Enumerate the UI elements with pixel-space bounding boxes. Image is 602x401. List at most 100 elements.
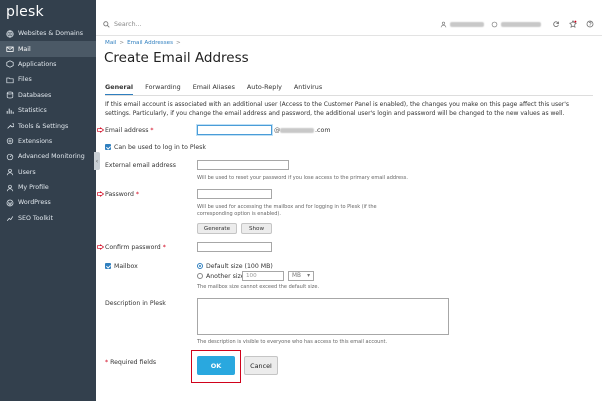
password-input[interactable] (197, 189, 272, 199)
globe-icon (5, 29, 14, 38)
tools-icon (5, 122, 14, 131)
tabs-divider (105, 95, 593, 96)
sidebar-item-label: SEO Toolkit (18, 214, 54, 222)
required-star: * (135, 191, 139, 198)
mailbox-checkbox[interactable] (105, 263, 111, 269)
password-label-text: Password (105, 191, 134, 198)
ok-button[interactable]: OK (197, 356, 235, 375)
breadcrumb-email-addresses[interactable]: Email Addresses (127, 40, 173, 46)
external-email-input[interactable] (197, 160, 289, 170)
email-domain-suffix: .com (315, 127, 331, 134)
ok-button-highlight: OK (191, 350, 241, 383)
sidebar-item-applications[interactable]: Applications (0, 57, 96, 72)
mailbox-checkbox-row[interactable]: Mailbox (105, 263, 138, 270)
size-unit-select[interactable]: MB ▾ (288, 271, 314, 281)
stats-icon (5, 106, 14, 115)
help-icon[interactable] (586, 20, 594, 28)
external-email-label: External email address (105, 162, 176, 169)
annotation-arrow-icon (97, 127, 104, 133)
description-hint: The description is visible to everyone w… (197, 339, 388, 345)
another-size-option[interactable]: Another size (197, 273, 245, 280)
email-address-label: Email address * (105, 127, 154, 134)
sidebar-item-advanced-monitoring[interactable]: Advanced Monitoring (0, 149, 96, 164)
another-size-input[interactable]: 100 (242, 271, 284, 281)
password-label: Password * (105, 191, 139, 198)
intro-text: If this email account is associated with… (105, 101, 570, 117)
subscription-menu[interactable] (491, 21, 541, 28)
login-checkbox[interactable] (105, 144, 111, 150)
subscription-name-redacted (501, 22, 541, 27)
required-fields-note: * Required fields (105, 359, 156, 366)
sidebar-item-users[interactable]: Users (0, 165, 96, 180)
monitoring-icon (5, 152, 14, 161)
breadcrumb-separator: > (176, 40, 181, 46)
confirm-password-label: Confirm password * (105, 244, 166, 251)
description-textarea[interactable] (197, 298, 449, 335)
sidebar-item-label: Websites & Domains (18, 30, 84, 38)
chevron-down-icon: ▾ (307, 273, 310, 279)
seo-icon (5, 214, 14, 223)
email-domain-redacted (280, 128, 314, 133)
sidebar-item-my-profile[interactable]: My Profile (0, 180, 96, 195)
sidebar-item-tools-settings[interactable]: Tools & Settings (0, 118, 96, 133)
required-fields-text: Required fields (110, 359, 157, 366)
sidebar-item-wordpress[interactable]: WordPress (0, 195, 96, 210)
email-local-part-input[interactable] (197, 125, 272, 135)
confirm-password-label-text: Confirm password (105, 244, 161, 251)
mailbox-hint: The mailbox size cannot exceed the defau… (197, 284, 320, 290)
cancel-button[interactable]: Cancel (244, 356, 278, 375)
extensions-top-icon[interactable] (569, 20, 577, 28)
plesk-logo[interactable]: plesk (6, 4, 44, 20)
sidebar-item-websites-domains[interactable]: Websites & Domains (0, 26, 96, 41)
users-icon (5, 168, 14, 177)
search-icon (103, 21, 110, 28)
sidebar-item-label: Tools & Settings (18, 122, 69, 130)
top-bar: Search... (96, 15, 602, 36)
sidebar-item-label: Files (18, 76, 32, 84)
user-menu[interactable] (440, 21, 484, 28)
sidebar-item-files[interactable]: Files (0, 72, 96, 87)
sidebar-item-label: Statistics (18, 107, 47, 115)
apps-icon (5, 60, 14, 69)
sidebar-item-mail[interactable]: Mail (0, 41, 96, 57)
search-box[interactable]: Search... (103, 21, 142, 28)
another-size-label: Another size (206, 273, 245, 280)
required-star: * (105, 359, 109, 366)
login-checkbox-row[interactable]: Can be used to log in to Plesk (105, 144, 206, 151)
sidebar-item-label: Applications (18, 60, 57, 68)
sidebar-item-label: Databases (18, 91, 52, 99)
breadcrumb-separator: > (119, 40, 125, 46)
show-password-button[interactable]: Show (241, 223, 272, 234)
annotation-arrow-icon (97, 244, 104, 250)
sidebar-item-databases[interactable]: Databases (0, 88, 96, 103)
user-icon (440, 21, 447, 28)
database-icon (5, 91, 14, 100)
another-size-radio[interactable] (197, 273, 203, 279)
default-size-radio[interactable] (197, 263, 203, 269)
description-label: Description in Plesk (105, 300, 166, 307)
email-address-label-text: Email address (105, 127, 149, 134)
sidebar-item-label: My Profile (18, 184, 49, 192)
sidebar-item-statistics[interactable]: Statistics (0, 103, 96, 118)
default-size-option[interactable]: Default size (100 MB) (197, 263, 273, 270)
sidebar-item-seo-toolkit[interactable]: SEO Toolkit (0, 211, 96, 226)
generate-button[interactable]: Generate (197, 223, 237, 234)
folder-icon (5, 75, 14, 84)
default-size-label: Default size (100 MB) (206, 263, 273, 270)
sidebar-item-extensions[interactable]: Extensions (0, 134, 96, 149)
annotation-arrow-icon (97, 191, 104, 197)
user-name-redacted (450, 22, 484, 27)
sidebar-item-label: WordPress (18, 199, 51, 207)
password-hint: Will be used for accessing the mailbox a… (197, 204, 377, 217)
confirm-password-input[interactable] (197, 242, 272, 252)
search-placeholder: Search... (114, 21, 142, 28)
updates-icon[interactable] (552, 20, 560, 28)
mail-icon (5, 45, 14, 54)
breadcrumb-mail[interactable]: Mail (105, 40, 116, 46)
sidebar-nav: Websites & Domains Mail Applications Fil… (0, 26, 96, 226)
external-email-hint: Will be used to reset your password if y… (197, 175, 408, 181)
wordpress-icon (5, 198, 14, 207)
required-star: * (150, 127, 154, 134)
extensions-icon (5, 137, 14, 146)
required-star: * (162, 244, 166, 251)
